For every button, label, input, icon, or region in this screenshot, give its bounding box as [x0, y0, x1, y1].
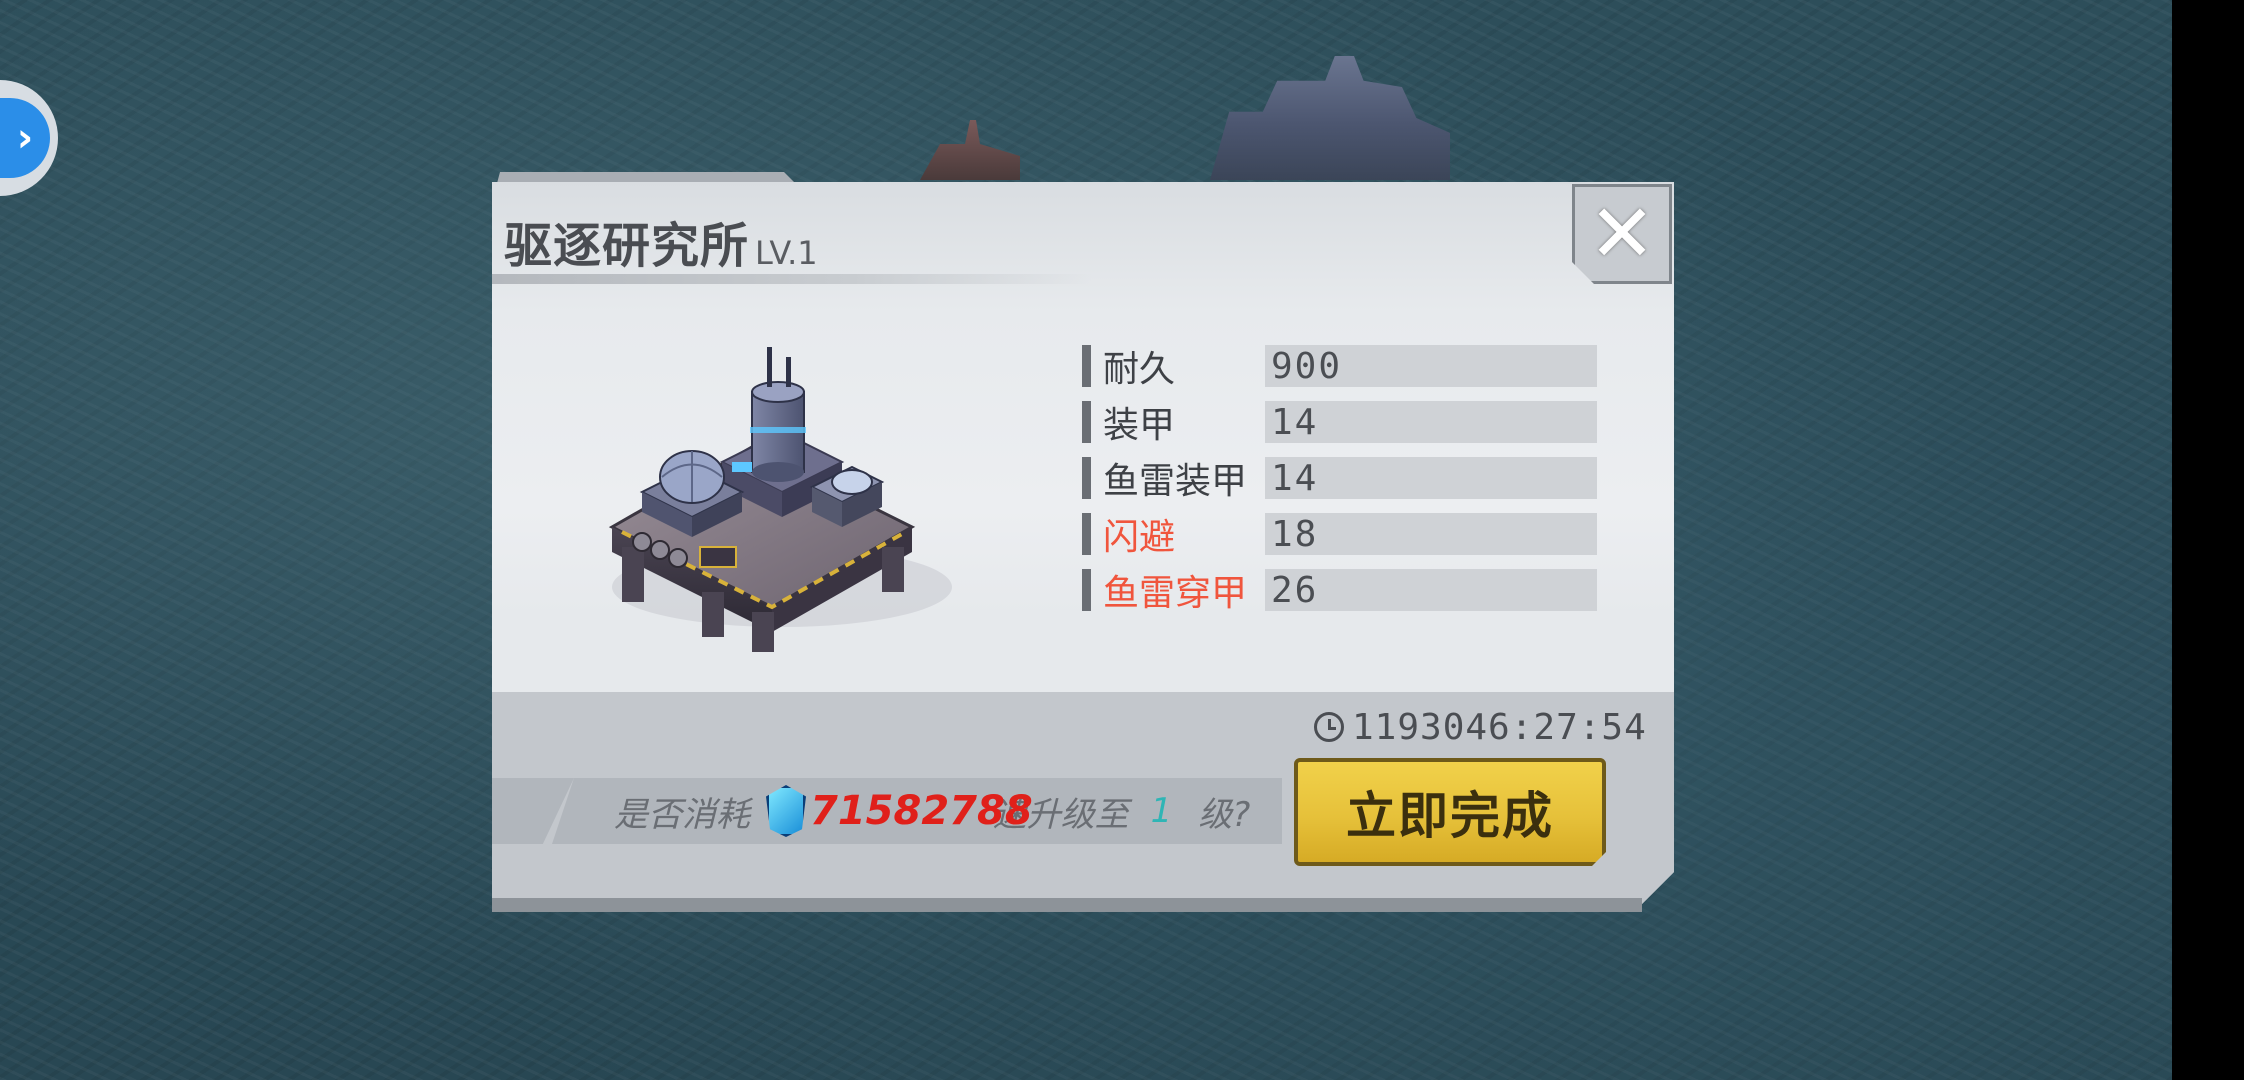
stat-value: 14 [1265, 457, 1597, 499]
stat-row-durability: 耐久 900 [1082, 344, 1602, 390]
clock-icon [1314, 712, 1344, 742]
instant-finish-label: 立即完成 [1346, 787, 1554, 845]
stat-marker [1082, 457, 1091, 499]
stat-marker [1082, 345, 1091, 387]
timer-text: 1193046:27:54 [1352, 706, 1647, 748]
diamond-gem-icon [766, 785, 806, 837]
stat-value: 26 [1265, 569, 1597, 611]
building-info-dialog: 驱逐研究所 LV.1 ✕ 耐久 900 装甲 14 鱼雷装甲 14 闪避 18 … [492, 172, 1674, 918]
instant-finish-button[interactable]: 立即完成 [1294, 758, 1606, 866]
upgrade-timer: 1193046:27:54 [1314, 702, 1647, 752]
dialog-title: 驱逐研究所 LV.1 [504, 212, 818, 276]
stat-row-torpedo-penetration: 鱼雷穿甲 26 [1082, 568, 1602, 614]
stats-panel: 耐久 900 装甲 14 鱼雷装甲 14 闪避 18 鱼雷穿甲 26 [1082, 344, 1602, 624]
stat-marker [1082, 569, 1091, 611]
chevron-right-icon: › [0, 98, 50, 178]
stat-value: 900 [1265, 345, 1597, 387]
consume-prefix: 是否消耗 [614, 794, 750, 835]
stat-label: 闪避 [1103, 517, 1176, 558]
building-illustration [608, 347, 952, 652]
consume-prompt: 是否消耗 71582788 速升级至 1 级? [614, 778, 1250, 844]
stat-label: 鱼雷穿甲 [1103, 573, 1248, 614]
consume-level: 1 [1150, 791, 1173, 831]
close-icon: ✕ [1588, 187, 1656, 280]
dialog-bottom-edge [492, 898, 1642, 912]
stat-row-evasion: 闪避 18 [1082, 512, 1602, 558]
close-button[interactable]: ✕ [1572, 184, 1672, 284]
stat-value: 18 [1265, 513, 1597, 555]
consume-suffix: 级? [1198, 794, 1251, 835]
stat-row-armor: 装甲 14 [1082, 400, 1602, 446]
title-underline [492, 274, 1092, 284]
stat-label: 装甲 [1103, 405, 1176, 446]
stat-row-torpedo-armor: 鱼雷装甲 14 [1082, 456, 1602, 502]
stat-label: 鱼雷装甲 [1103, 461, 1248, 502]
consume-cost: 71582788 [810, 788, 1033, 834]
stat-value: 14 [1265, 401, 1597, 443]
screen-edge-bar [2172, 0, 2244, 1080]
stat-label: 耐久 [1103, 349, 1176, 390]
building-name: 驱逐研究所 [504, 218, 750, 274]
stat-marker [1082, 513, 1091, 555]
building-level: LV.1 [755, 234, 818, 272]
stat-marker [1082, 401, 1091, 443]
